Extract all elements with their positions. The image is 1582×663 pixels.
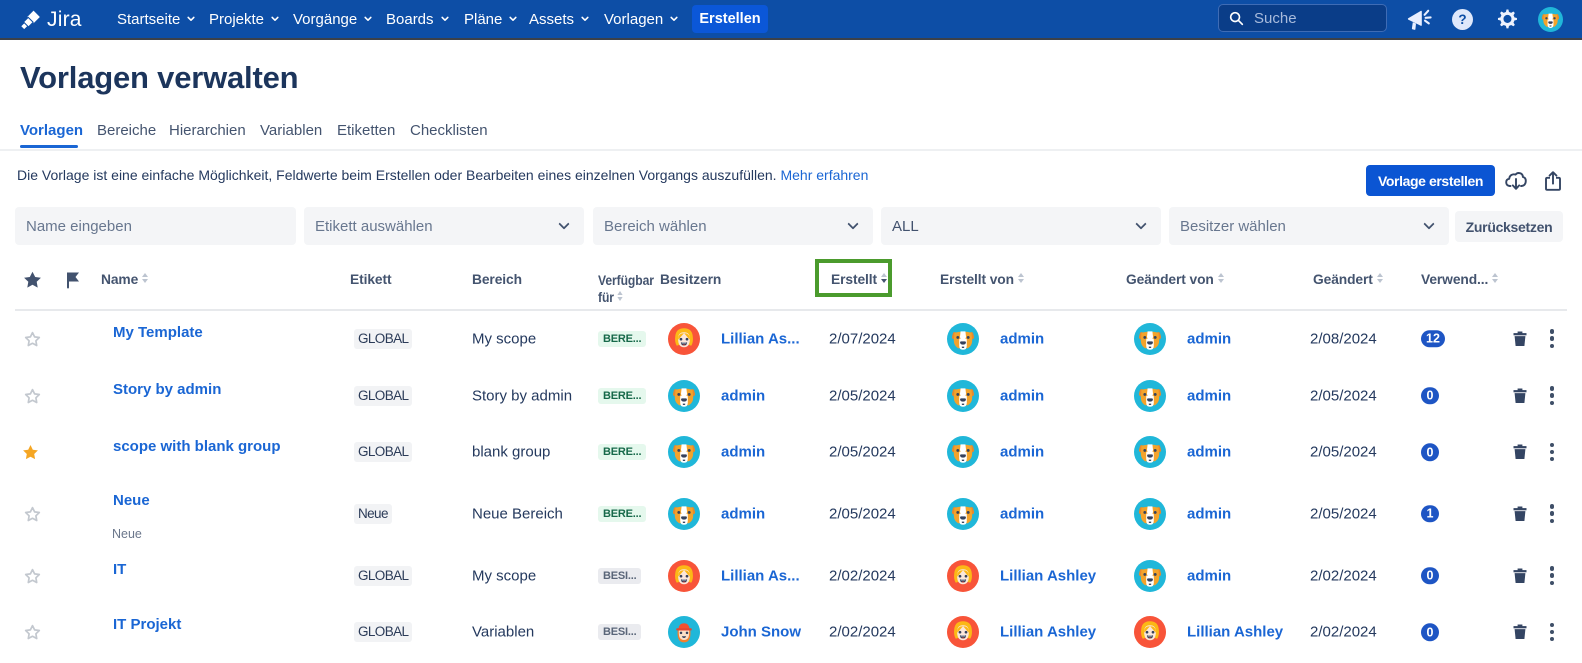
svg-text:?: ? xyxy=(1458,12,1466,27)
